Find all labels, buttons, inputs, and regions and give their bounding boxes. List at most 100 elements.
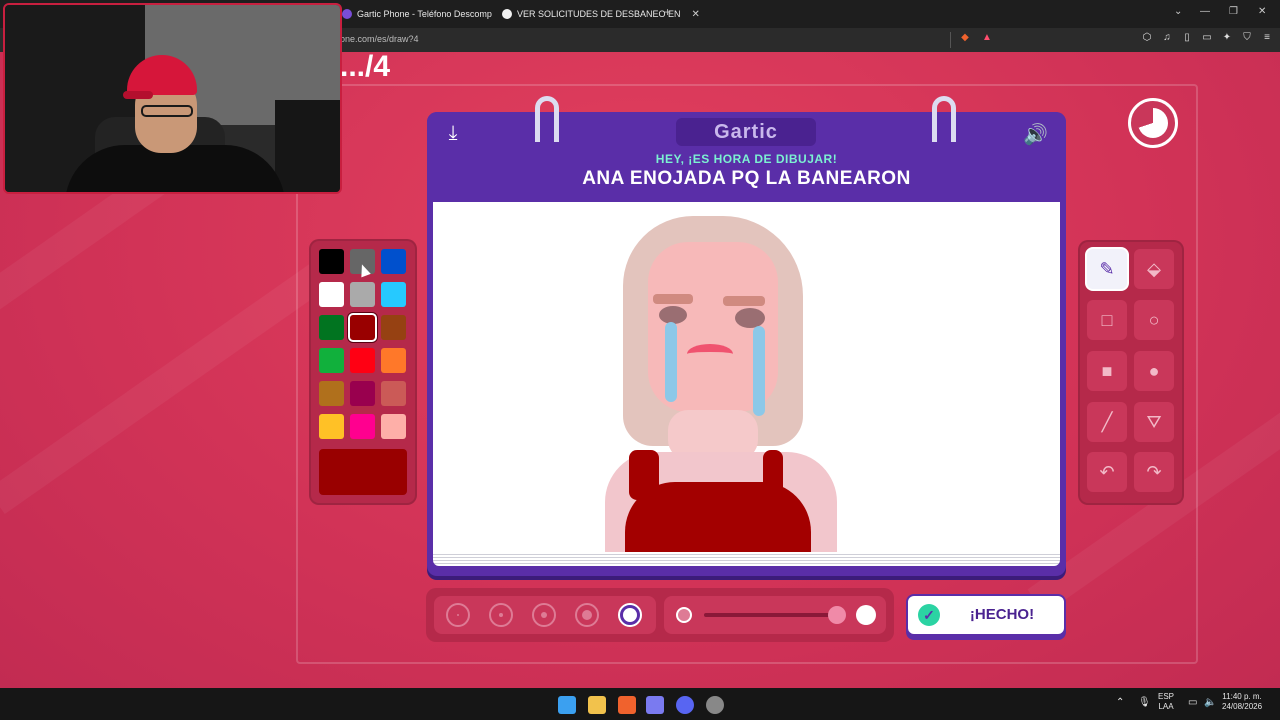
tab-search-chevron-icon[interactable]: ⌄	[1174, 6, 1182, 17]
brave-shield-icon[interactable]: ◆	[958, 32, 972, 46]
brush-size-3[interactable]	[532, 603, 556, 627]
draw-subtitle: HEY, ¡ES HORA DE DIBUJAR!	[655, 152, 838, 166]
square-outline-tool-icon[interactable]: □	[1087, 300, 1127, 340]
volume-icon[interactable]: 🔈	[1204, 698, 1216, 708]
opacity-knob[interactable]	[828, 606, 846, 624]
circle-fill-tool-icon[interactable]: ●	[1134, 351, 1174, 391]
opacity-slider[interactable]	[664, 596, 886, 634]
color-swatch[interactable]	[381, 249, 406, 274]
wallet-icon[interactable]: ▭	[1200, 32, 1214, 46]
color-swatch[interactable]	[350, 282, 375, 307]
url-text[interactable]: one.com/es/draw?4	[340, 34, 419, 44]
maximize-icon[interactable]: ❐	[1229, 6, 1238, 17]
opacity-track[interactable]	[704, 613, 844, 617]
opacity-max-icon	[856, 605, 876, 625]
vpn-icon[interactable]: ⛉	[1240, 32, 1254, 46]
color-palette	[309, 239, 417, 505]
tray-chevron-icon[interactable]: ⌃	[1116, 698, 1124, 708]
color-swatch[interactable]	[319, 315, 344, 340]
brush-controls	[426, 588, 894, 642]
cam-cap-visor	[123, 91, 153, 99]
circle-outline-tool-icon[interactable]: ○	[1134, 300, 1174, 340]
check-icon: ✓	[918, 604, 940, 626]
drawing-tear	[753, 326, 765, 416]
game-controller-icon[interactable]	[646, 696, 664, 714]
extensions-icon[interactable]: ⬡	[1140, 32, 1154, 46]
menu-icon[interactable]: ≡	[1260, 32, 1274, 46]
media-icon[interactable]: ♫	[1160, 32, 1174, 46]
color-swatch[interactable]	[381, 381, 406, 406]
color-swatch[interactable]	[319, 282, 344, 307]
microphone-icon[interactable]: 🎙	[1138, 698, 1151, 708]
download-icon[interactable]: ⤓	[441, 122, 465, 146]
clock[interactable]: 11:40 p. m. 24/08/2026	[1222, 692, 1262, 712]
line-tool-icon[interactable]: ╱	[1087, 402, 1127, 442]
fill-bucket-tool-icon[interactable]: ⛛	[1134, 402, 1174, 442]
brush-size-5[interactable]	[618, 603, 642, 627]
windows-start-icon[interactable]	[558, 696, 576, 714]
color-swatch[interactable]	[319, 381, 344, 406]
gartic-logo: Gartic	[676, 118, 816, 146]
undo-tool-icon[interactable]: ↶	[1087, 452, 1127, 492]
brush-size-4[interactable]	[575, 603, 599, 627]
tools-panel: ✎ ⬙ □ ○ ■ ● ╱ ⛛ ↶ ↷	[1078, 240, 1184, 505]
current-color-preview	[319, 449, 407, 495]
color-swatch[interactable]	[381, 315, 406, 340]
close-tab-icon[interactable]: ✕	[692, 9, 700, 20]
timer-icon	[1128, 98, 1178, 148]
round-counter: .../4	[340, 50, 391, 83]
notebook-pages	[433, 552, 1060, 566]
color-swatch[interactable]	[381, 348, 406, 373]
color-swatch[interactable]	[319, 348, 344, 373]
drawing-eyebrow	[653, 294, 693, 304]
brush-size-2[interactable]	[489, 603, 513, 627]
language-indicator[interactable]: ESP LAA	[1158, 692, 1174, 712]
obs-icon[interactable]	[706, 696, 724, 714]
color-swatch[interactable]	[319, 249, 344, 274]
bg-stripe	[0, 259, 333, 515]
cam-cabinet	[275, 100, 340, 192]
color-swatch[interactable]	[348, 313, 377, 342]
new-tab-icon[interactable]: +	[664, 5, 671, 19]
done-button[interactable]: ✓ ¡HECHO!	[906, 594, 1066, 636]
file-explorer-icon[interactable]	[588, 696, 606, 714]
color-swatch[interactable]	[350, 348, 375, 373]
network-icon[interactable]: ▭	[1188, 698, 1197, 708]
sound-icon[interactable]: 🔊	[1023, 122, 1048, 146]
drawing-mouth	[687, 344, 733, 364]
tab-title: Gartic Phone - Teléfono Descomp	[357, 9, 492, 19]
close-window-icon[interactable]: ✕	[1258, 6, 1266, 17]
pencil-tool-icon[interactable]: ✎	[1087, 249, 1127, 289]
drawing-red-strap	[763, 450, 783, 500]
google-favicon-icon	[502, 9, 512, 19]
drawing-panel: Gartic ⤓ 🔊 HEY, ¡ES HORA DE DIBUJAR! ANA…	[427, 96, 1066, 576]
tab-title: VER SOLICITUDES DE DESBANEO EN	[517, 9, 681, 19]
drawing-eyebrow	[723, 296, 765, 306]
sidebar-icon[interactable]: ▯	[1180, 32, 1194, 46]
brush-size-1[interactable]	[446, 603, 470, 627]
drawing-eye	[659, 306, 687, 324]
timer-fill	[1138, 108, 1168, 138]
brave-rewards-icon[interactable]: ▲	[980, 32, 994, 46]
drawing-canvas[interactable]	[433, 202, 1060, 552]
redo-tool-icon[interactable]: ↷	[1134, 452, 1174, 492]
eraser-tool-icon[interactable]: ⬙	[1134, 249, 1174, 289]
tab-gartic[interactable]: Gartic Phone - Teléfono Descomp ✕	[342, 4, 511, 24]
leo-icon[interactable]: ✦	[1220, 32, 1234, 46]
color-swatch[interactable]	[350, 414, 375, 439]
drawing-red-strap	[629, 450, 659, 500]
done-label: ¡HECHO!	[969, 606, 1035, 623]
cam-glasses	[141, 105, 193, 117]
opacity-min-icon	[676, 607, 692, 623]
square-fill-tool-icon[interactable]: ■	[1087, 351, 1127, 391]
color-swatch[interactable]	[350, 381, 375, 406]
minimize-icon[interactable]: —	[1200, 6, 1210, 17]
brush-size-group	[434, 596, 656, 634]
brave-browser-icon[interactable]	[618, 696, 636, 714]
color-swatch[interactable]	[381, 414, 406, 439]
discord-icon[interactable]	[676, 696, 694, 714]
color-swatch[interactable]	[319, 414, 344, 439]
gartic-favicon-icon	[342, 9, 352, 19]
webcam-overlay	[3, 3, 342, 194]
color-swatch[interactable]	[381, 282, 406, 307]
